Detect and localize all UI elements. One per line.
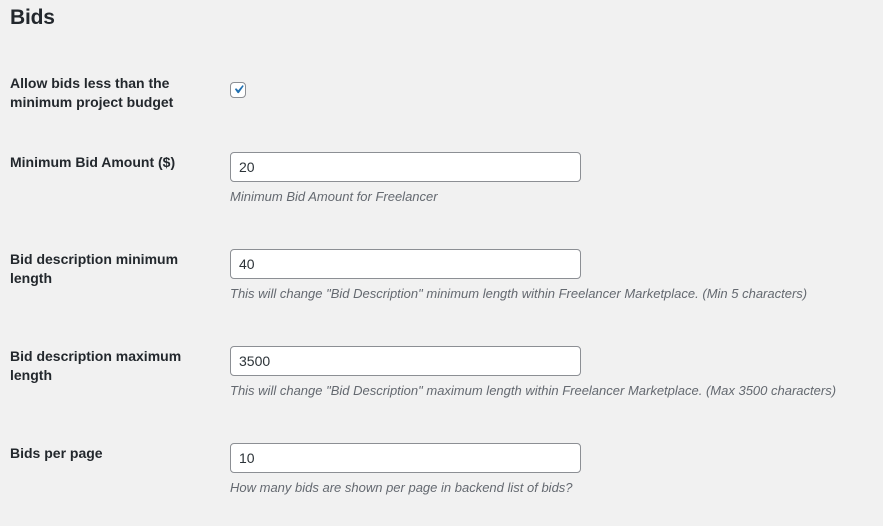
allow-less-label-line2: minimum project budget	[10, 94, 174, 110]
desc-min-label: Bid description minimum length	[10, 250, 210, 288]
section-title: Bids	[10, 6, 55, 29]
min-bid-field: Minimum Bid Amount for Freelancer	[230, 152, 581, 204]
allow-less-checkbox[interactable]	[230, 82, 246, 98]
min-bid-label: Minimum Bid Amount ($)	[10, 154, 176, 170]
desc-max-input[interactable]	[230, 346, 581, 376]
desc-min-description: This will change "Bid Description" minim…	[230, 286, 808, 301]
per-page-field: How many bids are shown per page in back…	[230, 443, 581, 495]
settings-page: Bids Allow bids less than the minimum pr…	[0, 0, 883, 526]
desc-min-input[interactable]	[230, 249, 581, 279]
allow-less-label-line1: Allow bids less than the	[10, 75, 170, 91]
min-bid-input[interactable]	[230, 152, 581, 182]
desc-max-description: This will change "Bid Description" maxim…	[230, 383, 837, 398]
per-page-description: How many bids are shown per page in back…	[230, 480, 573, 495]
desc-min-label-line1: Bid description minimum	[10, 251, 179, 267]
desc-max-field: This will change "Bid Description" maxim…	[230, 346, 836, 398]
min-bid-description: Minimum Bid Amount for Freelancer	[230, 189, 438, 204]
checkmark-icon	[234, 85, 244, 94]
per-page-label: Bids per page	[10, 445, 103, 461]
desc-min-label-line2: length	[10, 270, 52, 286]
desc-max-label-line2: length	[10, 367, 52, 383]
per-page-input[interactable]	[230, 443, 581, 473]
allow-less-label: Allow bids less than the minimum project…	[10, 74, 210, 112]
desc-max-label-line1: Bid description maximum	[10, 348, 182, 364]
desc-min-field: This will change "Bid Description" minim…	[230, 249, 807, 301]
desc-max-label: Bid description maximum length	[10, 347, 210, 385]
